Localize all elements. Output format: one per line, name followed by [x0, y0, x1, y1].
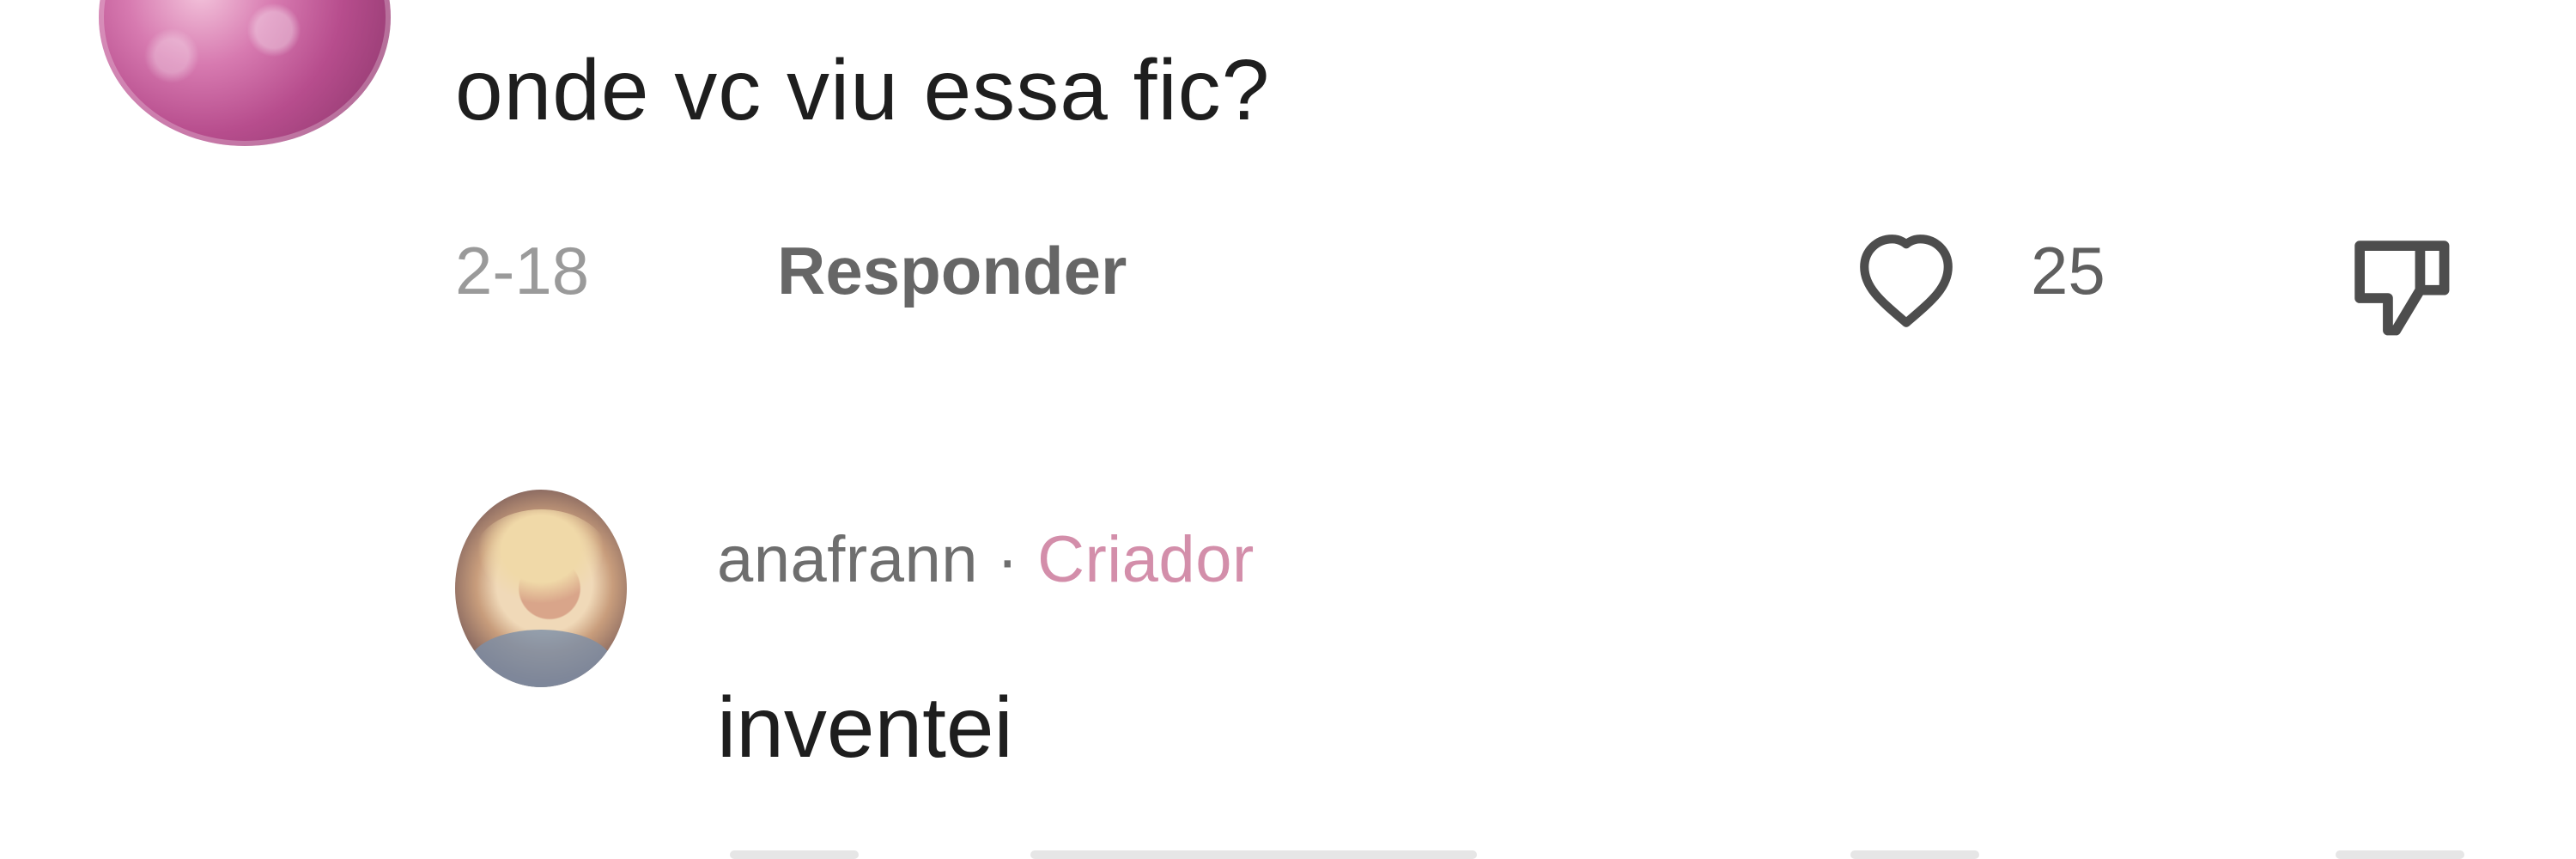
- like-count: 25: [2031, 233, 2105, 308]
- heart-icon[interactable]: [1850, 225, 1962, 337]
- dislike-icon[interactable]: [2336, 222, 2464, 350]
- avatar[interactable]: [99, 0, 391, 146]
- comment-date: 2-18: [455, 233, 590, 308]
- avatar[interactable]: [455, 490, 627, 687]
- comment-text: onde vc viu essa fic?: [455, 42, 1271, 138]
- reply-author-row: anafrann · Criador: [717, 522, 1255, 597]
- separator: ·: [978, 523, 1038, 596]
- creator-badge: Criador: [1037, 523, 1255, 596]
- cropped-content: [2336, 850, 2464, 859]
- reply-text: inventei: [717, 679, 1013, 776]
- reply-button[interactable]: Responder: [777, 232, 1127, 310]
- username[interactable]: anafrann: [717, 523, 978, 596]
- cropped-content: [730, 850, 859, 859]
- cropped-content: [1850, 850, 1979, 859]
- cropped-content: [1030, 850, 1477, 859]
